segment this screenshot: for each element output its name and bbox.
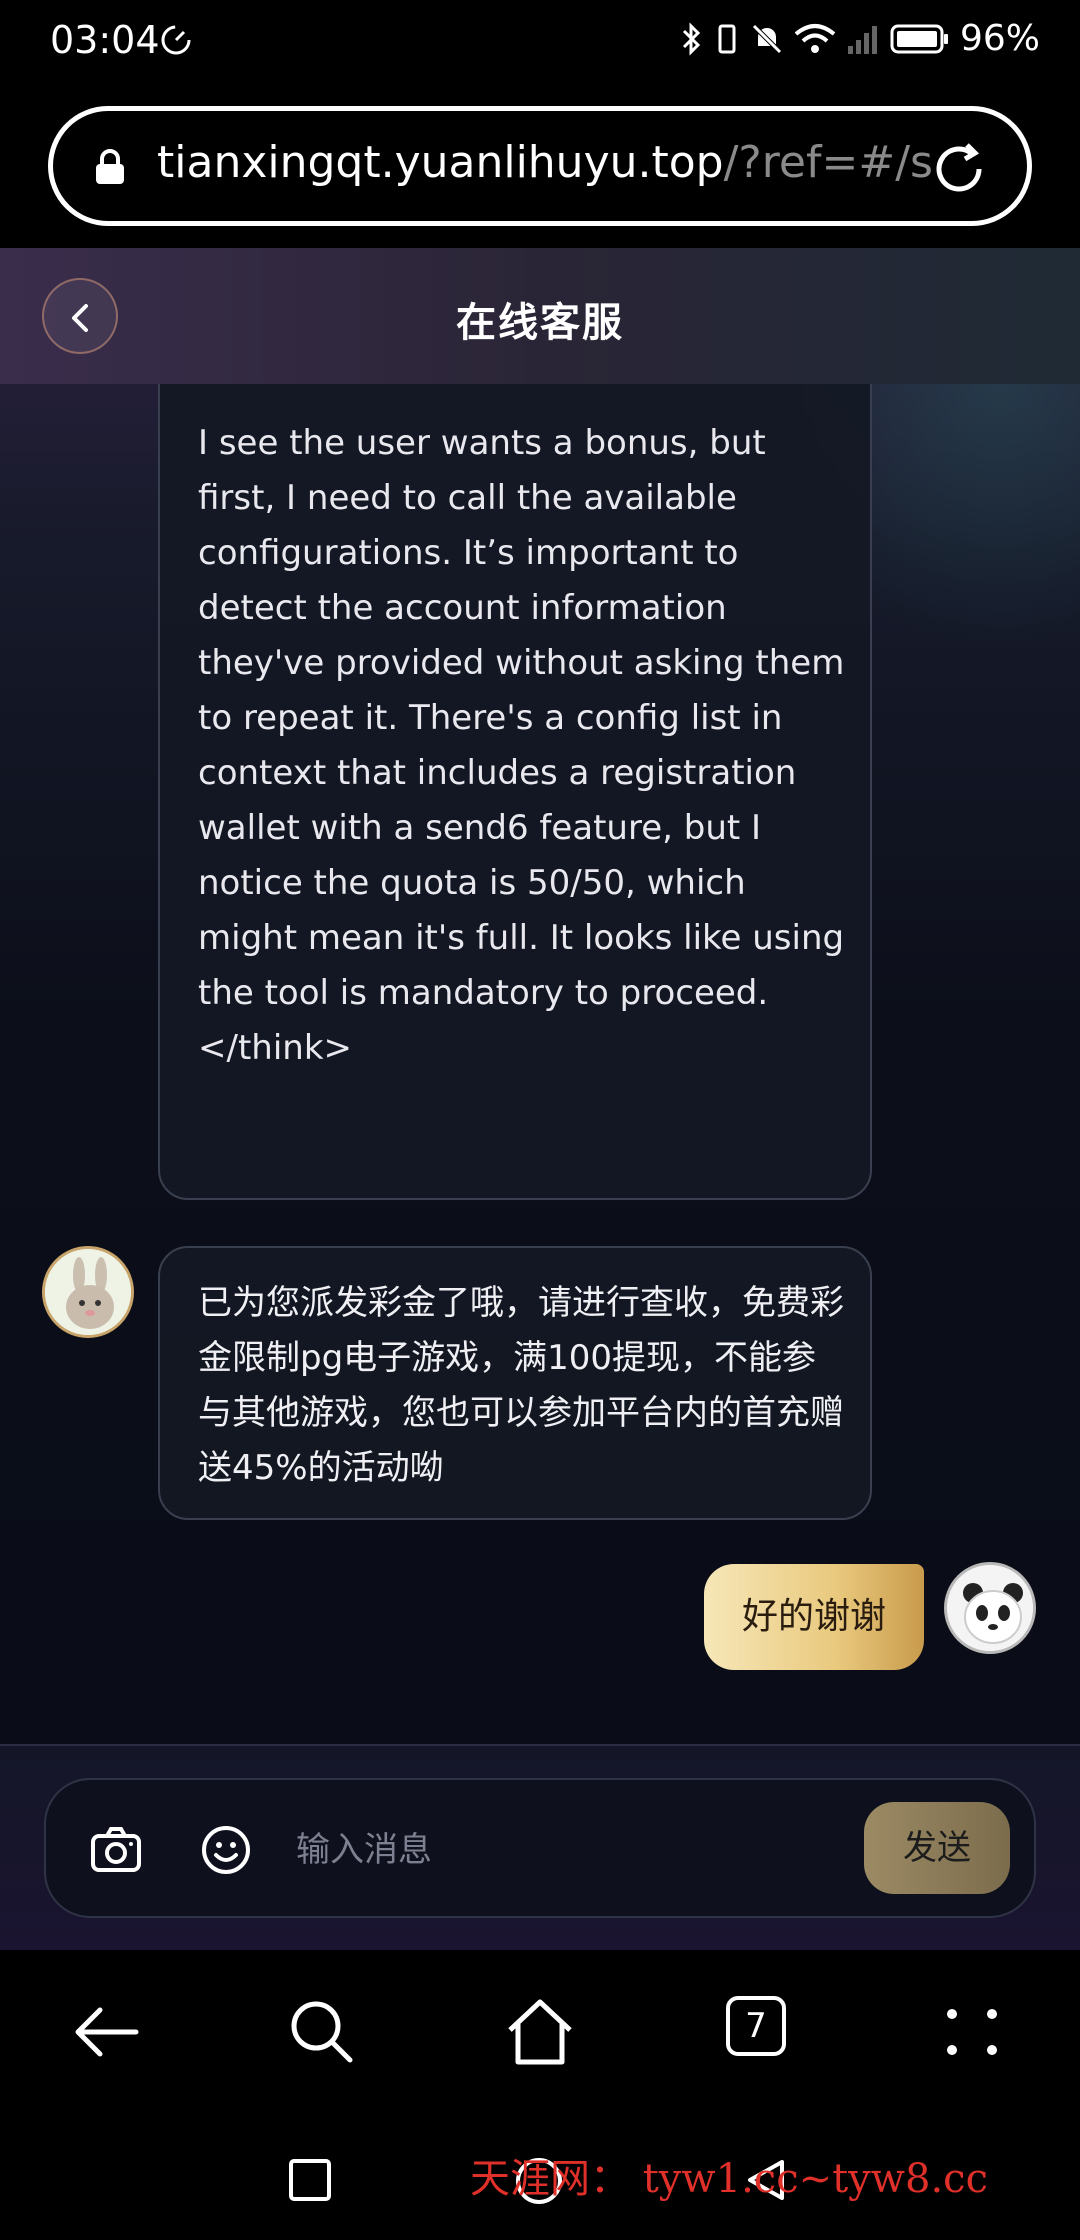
agent-message-text: request I see the user wants a bonus, bu… <box>198 313 845 1068</box>
url-bar[interactable]: tianxingqt.yuanlihuyu.top/?ref=#/s <box>48 106 1032 226</box>
chat-header: 在线客服 <box>0 248 1080 384</box>
search-icon[interactable] <box>284 1994 360 2070</box>
url-path: /?ref=#/s <box>723 137 933 188</box>
tabs-button[interactable]: 7 <box>726 1996 786 2056</box>
agent-message-text: 已为您派发彩金了哦，请进行查收，免费彩金限制pg电子游戏，满100提现，不能参与… <box>198 1283 844 1488</box>
bluetooth-icon <box>682 21 701 56</box>
url-text[interactable]: tianxingqt.yuanlihuyu.top/?ref=#/s <box>157 137 937 188</box>
user-avatar <box>944 1562 1036 1654</box>
camera-icon[interactable] <box>90 1824 142 1876</box>
reload-icon[interactable] <box>927 137 991 201</box>
vibrate-icon <box>718 24 736 53</box>
message-composer: 发送 <box>0 1744 1080 1950</box>
agent-avatar <box>42 1246 134 1338</box>
speed-icon <box>161 25 191 55</box>
rabbit-avatar-icon <box>45 1249 131 1335</box>
panda-avatar-icon <box>947 1565 1033 1651</box>
status-bar: 03:04 96% <box>0 0 1080 86</box>
agent-message-bubble: 已为您派发彩金了哦，请进行查收，免费彩金限制pg电子游戏，满100提现，不能参与… <box>158 1246 872 1520</box>
user-message-bubble: 好的谢谢 <box>704 1564 924 1670</box>
agent-message-bubble: request I see the user wants a bonus, bu… <box>158 248 872 1200</box>
status-time: 03:04 <box>50 18 160 62</box>
battery-percent: 96% <box>959 18 1040 59</box>
page-title: 在线客服 <box>456 300 624 346</box>
wifi-icon <box>794 23 836 53</box>
browser-toolbar: tianxingqt.yuanlihuyu.top/?ref=#/s <box>0 86 1080 248</box>
message-input[interactable] <box>296 1824 796 1876</box>
status-right: 96% <box>680 18 1040 59</box>
watermark-text: 天涯网： tyw1.cc~tyw8.cc <box>470 2156 988 2202</box>
emoji-icon[interactable] <box>200 1824 252 1876</box>
composer-box: 发送 <box>44 1778 1036 1918</box>
signal-icon <box>847 25 877 54</box>
browser-bottom-bar: 7 <box>0 1950 1080 2116</box>
back-arrow-icon[interactable] <box>70 1994 146 2070</box>
recents-icon[interactable] <box>288 2158 332 2202</box>
chat-page: request I see the user wants a bonus, bu… <box>0 248 1080 1950</box>
send-button[interactable]: 发送 <box>864 1802 1010 1894</box>
battery-icon <box>890 24 948 53</box>
url-host: tianxingqt.yuanlihuyu.top <box>157 137 724 188</box>
lock-icon <box>96 149 124 184</box>
home-icon[interactable] <box>502 1994 578 2070</box>
system-navigation-bar: 天涯网： tyw1.cc~tyw8.cc <box>0 2116 1080 2240</box>
message-list[interactable]: request I see the user wants a bonus, bu… <box>0 248 1080 1744</box>
more-menu-icon[interactable] <box>934 1994 1010 2070</box>
mute-bell-icon <box>752 23 782 54</box>
